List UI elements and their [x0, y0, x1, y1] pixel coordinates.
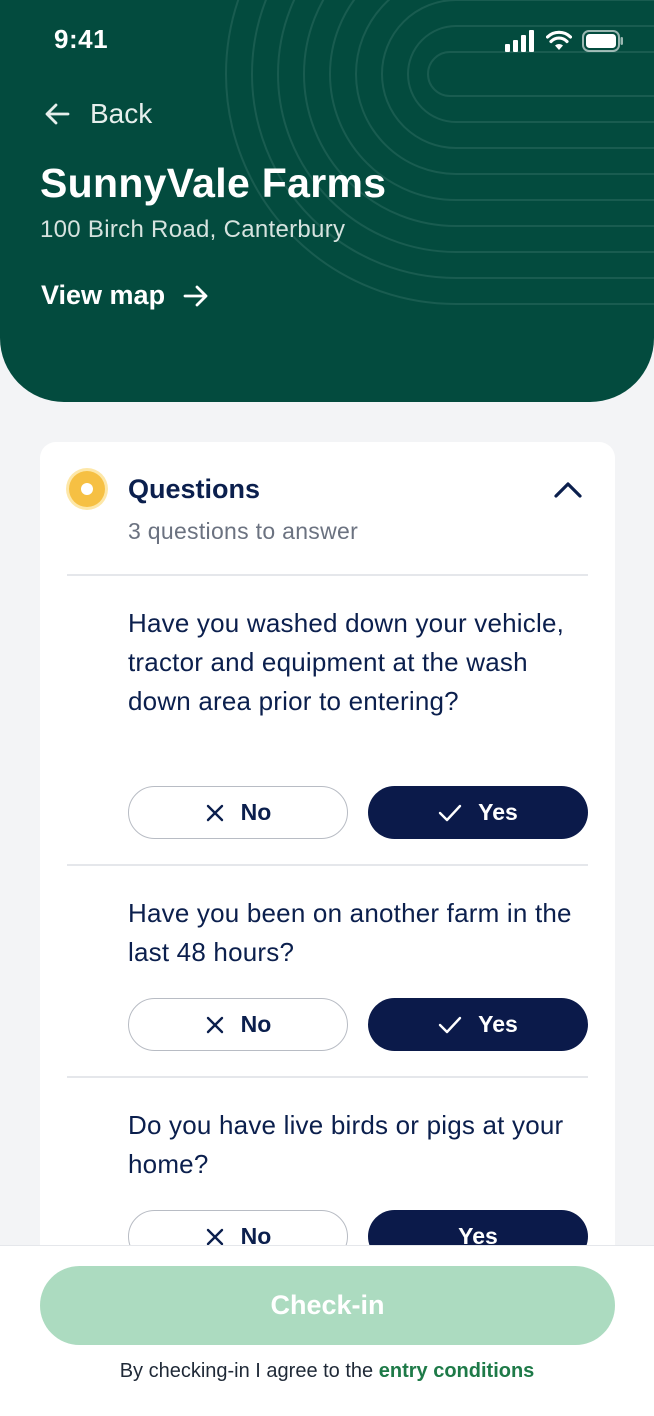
- arrow-left-icon: [45, 103, 70, 125]
- question-2-yes-button[interactable]: Yes: [368, 998, 588, 1051]
- check-icon: [438, 1016, 462, 1033]
- question-1-text: Have you washed down your vehicle, tract…: [128, 608, 565, 716]
- questions-subtitle: 3 questions to answer: [128, 518, 359, 544]
- question-1-no-button[interactable]: No: [128, 786, 348, 839]
- divider: [67, 1076, 588, 1078]
- entry-conditions-link[interactable]: entry conditions: [379, 1360, 535, 1382]
- agree-text: By checking-in I agree to the entry cond…: [0, 1360, 654, 1383]
- arrow-right-icon: [183, 285, 208, 306]
- footer: Check-in By checking-in I agree to the e…: [0, 1245, 654, 1416]
- agree-prefix: By checking-in I agree to the: [119, 1360, 379, 1382]
- view-map-link[interactable]: View map: [41, 280, 209, 311]
- question-2-text: Have you been on another farm in the las…: [128, 898, 572, 967]
- divider: [67, 864, 588, 866]
- check-icon: [438, 804, 462, 821]
- status-icons: [504, 30, 624, 52]
- yes-label: Yes: [478, 799, 518, 825]
- signal-icon: [505, 30, 534, 52]
- close-icon: [206, 804, 223, 821]
- page-title: SunnyVale Farms: [40, 160, 387, 206]
- question-3-text: Do you have live birds or pigs at your h…: [128, 1110, 564, 1179]
- battery-icon: [582, 30, 623, 52]
- divider: [67, 574, 588, 576]
- back-button[interactable]: Back: [44, 98, 152, 130]
- check-in-button[interactable]: Check-in: [40, 1266, 615, 1345]
- no-label: No: [240, 799, 272, 825]
- yes-label: Yes: [478, 1011, 518, 1037]
- status-time: 9:41: [54, 24, 109, 54]
- close-icon: [206, 1228, 223, 1245]
- wifi-icon: [546, 30, 572, 50]
- pending-status-icon: [66, 468, 108, 510]
- farm-address: 100 Birch Road, Canterbury: [40, 216, 346, 243]
- question-2-no-button[interactable]: No: [128, 998, 348, 1051]
- header: 9:41 Back SunnyVale Farms 100 Birch Road…: [0, 0, 654, 402]
- close-icon: [206, 1016, 223, 1033]
- question-1-yes-button[interactable]: Yes: [368, 786, 588, 839]
- questions-title: Questions: [128, 474, 261, 504]
- chevron-up-icon[interactable]: [552, 476, 584, 502]
- back-label: Back: [90, 98, 153, 129]
- no-label: No: [240, 1011, 272, 1037]
- view-map-label: View map: [41, 280, 166, 310]
